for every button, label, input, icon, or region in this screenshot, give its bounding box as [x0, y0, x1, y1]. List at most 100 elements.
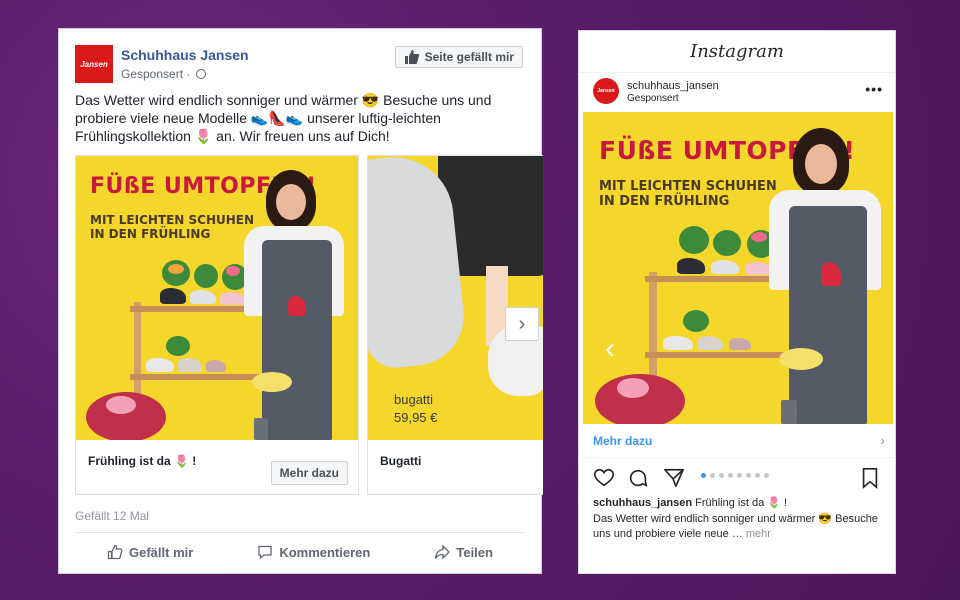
like-label: Gefällt mir	[129, 544, 194, 560]
chevron-left-icon: ‹	[605, 332, 615, 365]
flowers	[252, 372, 292, 392]
pager-dot	[764, 473, 769, 478]
comment-button[interactable]: Kommentieren	[257, 544, 370, 560]
thumbs-up-icon	[404, 50, 419, 64]
flowers	[168, 264, 184, 274]
carousel-pager	[701, 473, 769, 478]
carousel-image-2[interactable]: bugatti 59,95 €	[368, 156, 543, 440]
post-body: Das Wetter wird endlich sonniger und wär…	[593, 512, 883, 542]
pager-dot	[728, 473, 733, 478]
comment-icon	[258, 545, 272, 560]
post-caption: schuhhaus_jansen Frühling ist da 🌷 !	[593, 495, 885, 511]
more-info-button[interactable]: Mehr dazu	[270, 461, 348, 485]
woman-apron	[789, 206, 867, 424]
direct-icon[interactable]	[663, 467, 685, 489]
chevron-right-icon: ›	[518, 312, 526, 335]
avatar[interactable]: Jansen	[593, 78, 619, 104]
carousel-image-1[interactable]: FÜßE UMTOPFEN! MIT LEICHTEN SCHUHEN IN D…	[76, 156, 358, 440]
ad-carousel[interactable]: FÜßE UMTOPFEN! MIT LEICHTEN SCHUHEN IN D…	[75, 155, 543, 495]
shoe	[729, 338, 751, 350]
shoe	[190, 290, 216, 304]
more-info-link[interactable]: Mehr dazu	[593, 434, 652, 448]
instagram-ad-image[interactable]: FÜßE UMTOPFEN! MIT LEICHTEN SCHUHEN IN D…	[583, 112, 893, 424]
shoe	[178, 358, 202, 372]
plant	[194, 264, 218, 288]
pager-dot	[755, 473, 760, 478]
plant	[683, 310, 709, 332]
flower-bouquet-accent	[106, 396, 136, 414]
instagram-ad-card: Instagram Jansen schuhhaus_jansen Gespon…	[578, 30, 896, 574]
flowers	[751, 232, 767, 242]
ad-subline-1: MIT LEICHTEN SCHUHEN	[90, 213, 255, 227]
pager-dot	[719, 473, 724, 478]
watering-can	[254, 418, 268, 440]
shoe	[697, 336, 723, 350]
bookmark-icon[interactable]	[859, 467, 881, 489]
pager-dot	[737, 473, 742, 478]
pager-dot	[710, 473, 715, 478]
woman-apron	[262, 240, 332, 440]
woman-head	[805, 144, 837, 184]
flowers	[226, 266, 240, 276]
divider	[75, 532, 525, 533]
post-actions: Gefällt mir Kommentieren Teilen	[75, 537, 525, 567]
body-text: Das Wetter wird endlich sonniger und wär…	[593, 513, 878, 540]
flowers	[779, 348, 823, 370]
carousel-title-2: Bugatti	[380, 454, 422, 468]
shoe	[206, 360, 226, 372]
share-button[interactable]: Teilen	[434, 544, 493, 560]
carousel-next-button[interactable]: ›	[505, 307, 539, 341]
page-logo[interactable]: Jansen	[75, 45, 113, 83]
pager-dot	[701, 473, 706, 478]
caption-text: Frühling ist da 🌷 !	[695, 497, 788, 509]
carousel-prev-button[interactable]: ‹	[605, 332, 615, 366]
like-page-button[interactable]: Seite gefällt mir	[394, 46, 523, 68]
share-icon	[435, 544, 451, 560]
plant	[166, 336, 190, 356]
more-link[interactable]: mehr	[746, 528, 771, 540]
shoe	[146, 358, 174, 372]
instagram-action-bar	[593, 467, 883, 491]
more-options-icon[interactable]: •••	[865, 81, 883, 97]
ad-subline-1: MIT LEICHTEN SCHUHEN	[599, 179, 777, 194]
chevron-right-icon: ›	[880, 432, 885, 448]
instagram-wordmark: Instagram	[690, 41, 784, 62]
shoe	[160, 288, 186, 304]
facebook-ad-card: Jansen Schuhhaus Jansen Gesponsert · Sei…	[58, 28, 543, 574]
share-label: Teilen	[456, 544, 493, 560]
caption-username[interactable]: schuhhaus_jansen	[593, 497, 692, 509]
globe-icon	[195, 69, 206, 79]
ad-subline: MIT LEICHTEN SCHUHEN IN DEN FRÜHLING	[599, 179, 777, 210]
username-link[interactable]: schuhhaus_jansen	[627, 80, 719, 92]
product-price: 59,95 €	[394, 410, 438, 425]
ig-comment-icon[interactable]	[627, 467, 649, 489]
heart-icon[interactable]	[593, 467, 615, 489]
shoe	[220, 292, 246, 305]
instagram-topbar: Instagram	[579, 31, 895, 73]
like-button[interactable]: Gefällt mir	[107, 544, 193, 560]
ad-subline-2: IN DEN FRÜHLING	[90, 226, 211, 241]
woman-head	[276, 184, 306, 220]
product-brand: bugatti	[394, 392, 434, 407]
carousel-card-1[interactable]: FÜßE UMTOPFEN! MIT LEICHTEN SCHUHEN IN D…	[75, 155, 359, 495]
sponsored-text: Gesponsert ·	[121, 67, 191, 81]
more-info-row[interactable]: Mehr dazu ›	[583, 424, 893, 458]
watering-can	[781, 400, 797, 424]
ad-subline-2: IN DEN FRÜHLING	[599, 193, 730, 209]
plant	[713, 230, 741, 256]
sponsored-label: Gesponsert ·	[121, 67, 206, 81]
shoe	[677, 258, 705, 274]
plant	[679, 226, 709, 254]
likes-count[interactable]: Gefällt 12 Mal	[75, 509, 149, 523]
flower-bouquet-accent	[617, 378, 649, 398]
sponsored-label: Gesponsert	[627, 93, 679, 104]
like-page-label: Seite gefällt mir	[424, 50, 514, 64]
shoe	[663, 336, 693, 350]
carousel-title-1: Frühling ist da 🌷 !	[88, 454, 197, 468]
thumbs-up-icon	[107, 544, 123, 560]
shoe	[711, 260, 739, 274]
page-name-link[interactable]: Schuhhaus Jansen	[121, 47, 249, 63]
pager-dot	[746, 473, 751, 478]
post-text: Das Wetter wird endlich sonniger und wär…	[75, 92, 492, 144]
comment-label: Kommentieren	[279, 544, 371, 560]
